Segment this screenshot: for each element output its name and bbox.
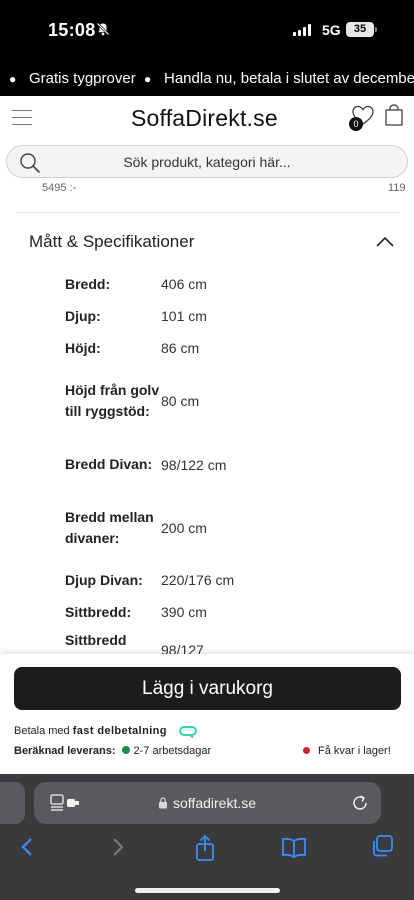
related-price-left: 5495 :-	[42, 182, 77, 194]
spec-label: Djup Divan:	[65, 571, 143, 588]
spec-row: Bredd: 406 cm	[65, 268, 365, 300]
forward-icon[interactable]	[110, 834, 126, 860]
spec-row: Höjd: 86 cm	[65, 332, 365, 364]
promo-ticker[interactable]: ● Gratis tygprover ● Handla nu, betala i…	[0, 62, 414, 96]
specs-table: Bredd: 406 cm Djup: 101 cm Höjd: 86 cm H…	[65, 268, 365, 655]
chevron-up-icon[interactable]	[375, 234, 395, 248]
add-to-cart-panel: Lägg i varukorg Betala med fast delbetal…	[0, 654, 414, 774]
payment-method: fast delbetalning	[72, 725, 167, 737]
bullet-icon: ●	[144, 72, 152, 86]
hamburger-menu-icon[interactable]	[12, 108, 32, 126]
reload-icon[interactable]	[351, 794, 369, 812]
spec-row: Bredd Divan: 98/122 cm	[65, 438, 365, 491]
spec-value: 98/122 cm	[161, 456, 227, 473]
spec-value: 86 cm	[161, 340, 200, 356]
ticker-item: Handla nu, betala i slutet av december	[164, 70, 414, 87]
bell-muted-icon	[96, 22, 110, 36]
network-type: 5G	[322, 22, 341, 38]
page-settings-icon[interactable]	[50, 794, 80, 812]
ticker-item: Gratis tygprover	[29, 70, 136, 87]
delivery-value: 2-7 arbetsdagar	[133, 745, 212, 757]
stock-status-dot	[303, 747, 310, 754]
spec-value: 220/176 cm	[161, 572, 235, 588]
lock-icon	[159, 797, 167, 809]
spec-label: Sittbredd:	[65, 603, 132, 620]
spec-value: 101 cm	[161, 308, 207, 324]
stock-text: Få kvar i lager!	[318, 745, 391, 757]
spec-label: Höjd:	[65, 339, 101, 356]
spec-label: Djup:	[65, 307, 101, 324]
payment-info: Betala med fast delbetalning	[14, 725, 167, 737]
specs-section-title[interactable]: Mått & Specifikationer	[29, 232, 194, 252]
spec-value: 98/127	[161, 642, 204, 654]
related-price-right: 119	[388, 182, 406, 194]
payment-provider-icon	[179, 726, 197, 738]
stock-info: Få kvar i lager!	[303, 745, 391, 757]
browser-toolbar: soffadirekt.se	[0, 774, 414, 900]
share-icon[interactable]	[193, 834, 217, 862]
site-logo[interactable]: SoffaDirekt.se	[131, 105, 278, 132]
delivery-status-dot	[121, 746, 130, 754]
spec-row: Sittbredd: 390 cm	[65, 596, 365, 628]
payment-prefix: Betala med	[14, 725, 70, 737]
battery-tip	[375, 27, 377, 32]
spec-label: Bredd mellan divaner:	[65, 508, 154, 546]
spec-label: Bredd Divan:	[65, 456, 153, 472]
shopping-bag-icon[interactable]	[384, 104, 404, 126]
signal-icon	[293, 24, 311, 36]
spec-value: 80 cm	[161, 393, 200, 409]
delivery-info: Beräknad leverans: 2-7 arbetsdagar	[14, 745, 211, 757]
back-icon[interactable]	[19, 834, 35, 860]
spec-row: Djup: 101 cm	[65, 300, 365, 332]
previous-tab-preview[interactable]	[0, 782, 25, 824]
section-divider	[16, 212, 400, 213]
browser-nav-row	[0, 834, 414, 864]
status-time: 15:08	[48, 20, 96, 40]
spec-value: 200 cm	[161, 519, 207, 536]
delivery-label: Beräknad leverans:	[14, 745, 116, 757]
logo-part2: Direkt.se	[185, 105, 278, 131]
battery-icon: 35	[346, 22, 374, 37]
status-bar: 15:08 5G 35	[0, 0, 414, 62]
spec-row: Djup Divan: 220/176 cm	[65, 564, 365, 596]
tabs-icon[interactable]	[370, 834, 394, 858]
spec-label: Bredd:	[65, 275, 111, 292]
search-bar[interactable]: Sök produkt, kategori här...	[6, 145, 408, 178]
address-bar[interactable]: soffadirekt.se	[34, 782, 381, 824]
spec-label: Sittbredd	[65, 632, 127, 648]
spec-label: Höjd från golv till ryggstöd:	[65, 382, 160, 419]
home-indicator	[135, 888, 280, 893]
spec-row: Sittbredd 98/127	[65, 628, 365, 654]
spec-value: 390 cm	[161, 604, 207, 620]
spec-row: Höjd från golv till ryggstöd: 80 cm	[65, 364, 365, 438]
url-text: soffadirekt.se	[173, 795, 257, 811]
add-to-cart-button[interactable]: Lägg i varukorg	[14, 667, 401, 710]
product-content: 5495 :- 119 Mått & Specifikationer Bredd…	[0, 178, 414, 654]
logo-part1: Soffa	[131, 105, 186, 131]
spec-value: 406 cm	[161, 276, 207, 292]
wishlist-count-badge: 0	[349, 117, 363, 131]
bullet-icon: ●	[9, 72, 17, 86]
bookmarks-icon[interactable]	[281, 834, 307, 860]
search-placeholder: Sök produkt, kategori här...	[123, 154, 291, 170]
spec-row: Bredd mellan divaner: 200 cm	[65, 491, 365, 564]
